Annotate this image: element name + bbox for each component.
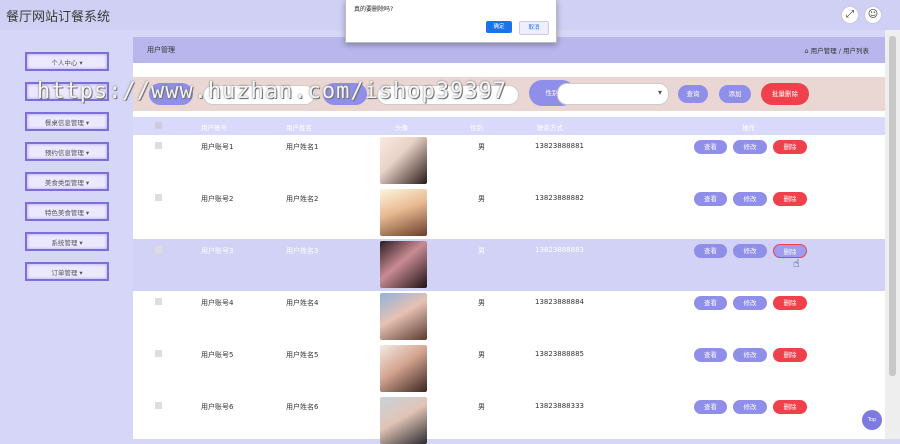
avatar (380, 241, 427, 288)
row-checkbox[interactable] (155, 402, 162, 409)
header-avatar: 头像 (395, 124, 408, 132)
dialog-cancel-button[interactable]: 取消 (519, 21, 549, 35)
add-button[interactable]: 添加 (719, 85, 751, 103)
edit-button[interactable]: 修改 (733, 296, 767, 310)
delete-button[interactable]: 删除 (773, 140, 807, 154)
sidebar-item-table-info[interactable]: 餐桌信息管理 ▾ (25, 112, 109, 131)
table-row: 用户账号4 用户姓名4 男 13823888884 查看 修改 删除 (133, 291, 885, 344)
breadcrumb-path: ⌂ 用户管理 / 用户列表 (804, 45, 869, 55)
cell-gender: 男 (478, 195, 485, 203)
expand-icon[interactable]: ⤢ (841, 6, 859, 24)
cell-phone: 13823888882 (535, 194, 584, 202)
back-to-top-button[interactable]: Top (862, 410, 882, 430)
breadcrumb-path-text: 用户管理 / 用户列表 (810, 47, 869, 55)
cell-gender: 男 (478, 351, 485, 359)
cell-gender: 男 (478, 143, 485, 151)
delete-button[interactable]: 删除 (773, 296, 807, 310)
table-row: 用户账号3 用户姓名3 男 13823888883 查看 修改 删除 ☝ (133, 239, 885, 292)
header-phone: 联系方式 (537, 124, 563, 132)
header-name: 用户姓名 (286, 124, 312, 132)
cell-name: 用户姓名5 (286, 351, 319, 359)
watermark: https://www.huzhan.com/ishop39397 (37, 79, 508, 104)
view-button[interactable]: 查看 (694, 400, 727, 414)
row-checkbox[interactable] (155, 246, 162, 253)
batch-delete-button[interactable]: 批量删除 (761, 83, 809, 105)
table-row: 用户账号5 用户姓名5 男 13823888885 查看 修改 删除 (133, 343, 885, 396)
sidebar-item-special-food[interactable]: 特色美食管理 ▾ (25, 202, 109, 221)
edit-button[interactable]: 修改 (733, 140, 767, 154)
query-button[interactable]: 查询 (678, 85, 708, 103)
row-checkbox[interactable] (155, 194, 162, 201)
cell-phone: 13823888881 (535, 142, 584, 150)
cell-account: 用户账号4 (201, 299, 234, 307)
header-actions: 操作 (742, 124, 755, 132)
sidebar-item-personal-center[interactable]: 个人中心 ▾ (25, 52, 109, 71)
header-gender: 性别 (470, 124, 483, 132)
sidebar-item-food-type[interactable]: 美食类型管理 ▾ (25, 172, 109, 191)
delete-button[interactable]: 删除 (773, 400, 807, 414)
delete-button[interactable]: 删除 (773, 348, 807, 362)
delete-button[interactable]: 删除 (773, 192, 807, 206)
edit-button[interactable]: 修改 (733, 400, 767, 414)
cell-name: 用户姓名1 (286, 143, 319, 151)
avatar (380, 189, 427, 236)
edit-button[interactable]: 修改 (733, 244, 767, 258)
row-checkbox[interactable] (155, 298, 162, 305)
sidebar-item-reservation[interactable]: 预约信息管理 ▾ (25, 142, 109, 161)
cell-gender: 男 (478, 299, 485, 307)
user-icon[interactable]: ☺ (864, 6, 882, 24)
cell-name: 用户姓名4 (286, 299, 319, 307)
row-checkbox[interactable] (155, 350, 162, 357)
cell-phone: 13823888884 (535, 298, 584, 306)
delete-button[interactable]: 删除 (773, 244, 807, 258)
table-row: 用户账号1 用户姓名1 男 13823888881 查看 修改 删除 (133, 135, 885, 188)
sidebar-item-orders[interactable]: 订单管理 ▾ (25, 262, 109, 281)
cell-account: 用户账号5 (201, 351, 234, 359)
dialog-ok-button[interactable]: 确定 (486, 21, 512, 33)
avatar (380, 137, 427, 184)
confirm-dialog: 真的要删除吗? 确定 取消 (345, 0, 557, 43)
row-checkbox[interactable] (155, 142, 162, 149)
view-button[interactable]: 查看 (694, 140, 727, 154)
cell-account: 用户账号2 (201, 195, 234, 203)
avatar (380, 397, 427, 444)
app-title: 餐厅网站订餐系统 (6, 10, 111, 25)
view-button[interactable]: 查看 (694, 192, 727, 206)
sidebar-item-system[interactable]: 系统管理 ▾ (25, 232, 109, 251)
view-button[interactable]: 查看 (694, 296, 727, 310)
avatar (380, 345, 427, 392)
gender-select[interactable]: ▾ (557, 83, 669, 105)
dialog-message: 真的要删除吗? (354, 6, 394, 13)
select-all-checkbox[interactable] (155, 122, 162, 129)
cell-name: 用户姓名6 (286, 403, 319, 411)
cell-account: 用户账号6 (201, 403, 234, 411)
cell-phone: 13823888333 (535, 402, 584, 410)
view-button[interactable]: 查看 (694, 348, 727, 362)
cell-account: 用户账号1 (201, 143, 234, 151)
cell-account: 用户账号3 (201, 247, 234, 255)
edit-button[interactable]: 修改 (733, 348, 767, 362)
scrollbar-thumb[interactable] (889, 36, 896, 376)
mouse-cursor-icon: ☝ (793, 257, 800, 270)
cell-phone: 13823888883 (535, 246, 584, 254)
cell-gender: 男 (478, 403, 485, 411)
view-button[interactable]: 查看 (694, 244, 727, 258)
cell-gender: 男 (478, 247, 485, 255)
cell-name: 用户姓名2 (286, 195, 319, 203)
home-icon[interactable]: ⌂ (804, 47, 808, 55)
avatar (380, 293, 427, 340)
table-row: 用户账号6 用户姓名6 男 13823888333 查看 修改 删除 (133, 395, 885, 444)
cell-phone: 13823888885 (535, 350, 584, 358)
chevron-down-icon: ▾ (657, 88, 662, 97)
header-account: 用户账号 (201, 124, 227, 132)
table-row: 用户账号2 用户姓名2 男 13823888882 查看 修改 删除 (133, 187, 885, 240)
cell-name: 用户姓名3 (286, 247, 319, 255)
table-header: 用户账号 用户姓名 头像 性别 联系方式 操作 (133, 117, 885, 135)
page-title: 用户管理 (147, 46, 175, 54)
edit-button[interactable]: 修改 (733, 192, 767, 206)
scrollbar[interactable] (885, 30, 900, 439)
